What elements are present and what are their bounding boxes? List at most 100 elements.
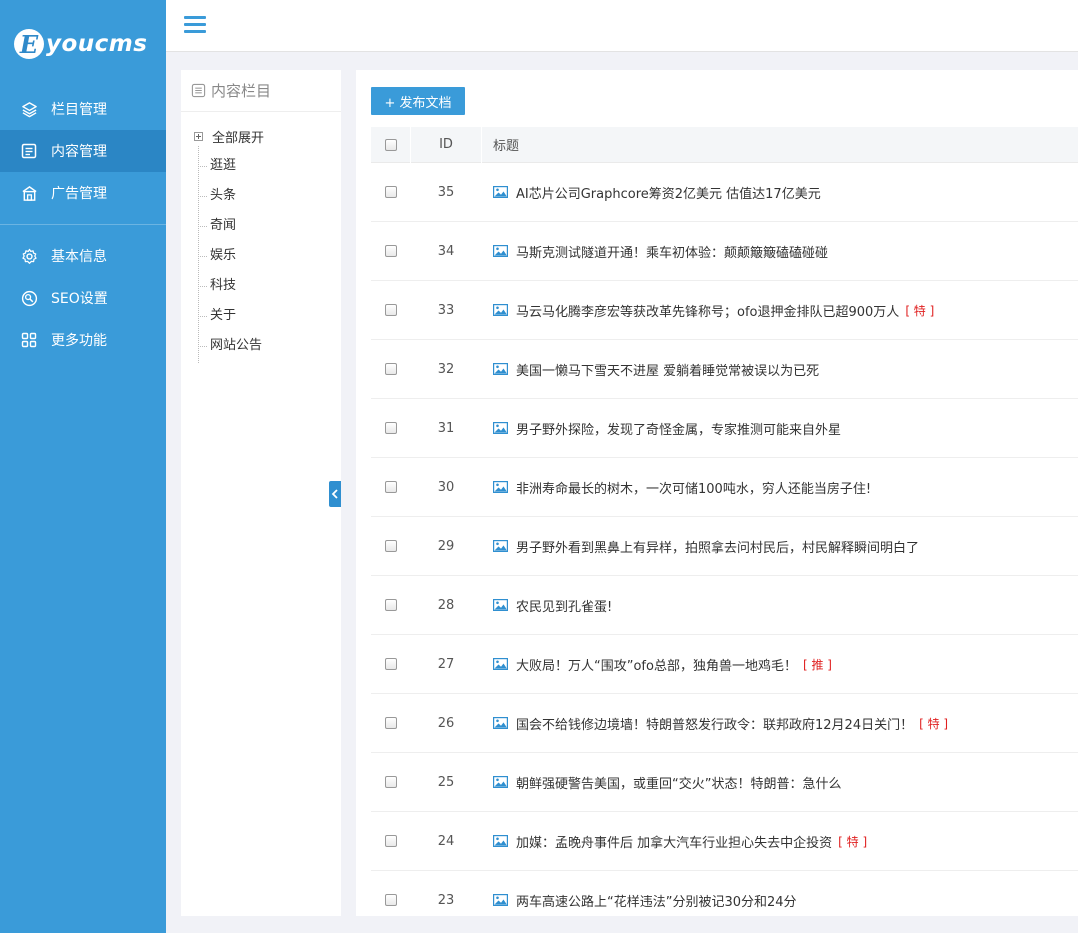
tree-node[interactable]: 关于 <box>198 301 341 331</box>
sidebar-item-label: 广告管理 <box>51 186 107 202</box>
row-check-cell <box>371 245 410 257</box>
row-title-cell: 非洲寿命最长的树木，一次可储100吨水，穷人还能当房子住! <box>482 478 1078 497</box>
row-title-link[interactable]: AI芯片公司Graphcore筹资2亿美元 估值达17亿美元 <box>516 183 821 202</box>
row-check-cell <box>371 894 410 906</box>
select-all-cell <box>371 138 410 151</box>
table-row: 26 国会不给钱修边境墙！特朗普怒发行政令：联邦政府12月24日关门！ [ 特 … <box>371 694 1078 753</box>
row-checkbox[interactable] <box>384 599 397 611</box>
row-title-link[interactable]: 男子野外探险，发现了奇怪金属，专家推测可能来自外星 <box>516 419 841 438</box>
sidebar: E youcms 栏目管理 内容管理 广告管理 基本信息 SEO设置 更多功能 <box>0 0 166 933</box>
sidebar-item-ads[interactable]: 广告管理 <box>0 172 166 214</box>
row-title-link[interactable]: 两车高速公路上“花样违法”分别被记30分和24分 <box>516 891 797 910</box>
table-row: 30 非洲寿命最长的树木，一次可储100吨水，穷人还能当房子住! <box>371 458 1078 517</box>
logo[interactable]: E youcms <box>0 0 166 88</box>
table-row: 28 农民见到孔雀蛋! <box>371 576 1078 635</box>
menu-toggle-icon[interactable] <box>184 16 206 34</box>
row-title-cell: 男子野外探险，发现了奇怪金属，专家推测可能来自外星 <box>482 419 1078 438</box>
row-checkbox[interactable] <box>384 894 397 906</box>
sidebar-item-basic-info[interactable]: 基本信息 <box>0 235 166 277</box>
grid-icon <box>20 331 38 349</box>
row-check-cell <box>371 599 410 611</box>
row-title-link[interactable]: 男子野外看到黑鼻上有异样，拍照拿去问村民后，村民解释瞬间明白了 <box>516 537 919 556</box>
row-title-link[interactable]: 马云马化腾李彦宏等获改革先锋称号；ofo退押金排队已超900万人 <box>516 301 899 320</box>
image-icon <box>493 717 508 729</box>
image-icon <box>493 835 508 847</box>
row-check-cell <box>371 363 410 375</box>
row-checkbox[interactable] <box>384 658 397 670</box>
row-check-cell <box>371 422 410 434</box>
tree-expand-all[interactable]: 全部展开 <box>194 126 341 146</box>
row-check-cell <box>371 540 410 552</box>
content-panel: + 发布文档 ID 标题 35 AI芯片公司Graphcore筹资2亿美元 估值… <box>356 70 1078 916</box>
row-checkbox[interactable] <box>384 245 397 257</box>
row-title-link[interactable]: 非洲寿命最长的树木，一次可储100吨水，穷人还能当房子住! <box>516 478 871 497</box>
image-icon <box>493 422 508 434</box>
row-id: 26 <box>437 715 455 731</box>
row-tag[interactable]: [ 推 ] <box>803 656 832 673</box>
row-checkbox[interactable] <box>384 186 397 198</box>
row-checkbox[interactable] <box>384 835 397 847</box>
row-title-cell: 朝鲜强硬警告美国，或重回“交火”状态！特朗普：急什么 <box>482 773 1078 792</box>
tree-node[interactable]: 网站公告 <box>198 331 341 361</box>
sidebar-item-label: 栏目管理 <box>51 102 107 118</box>
publish-document-button[interactable]: + 发布文档 <box>371 87 465 115</box>
tree-node[interactable]: 娱乐 <box>198 241 341 271</box>
row-id: 24 <box>437 833 455 849</box>
row-check-cell <box>371 776 410 788</box>
tree-node[interactable]: 头条 <box>198 181 341 211</box>
row-title-cell: 马斯克测试隧道开通！乘车初体验：颠颠簸簸磕磕碰碰 <box>482 242 1078 261</box>
row-title-cell: 国会不给钱修边境墙！特朗普怒发行政令：联邦政府12月24日关门！ [ 特 ] <box>482 714 1078 733</box>
row-id: 29 <box>437 538 455 554</box>
row-checkbox[interactable] <box>384 481 397 493</box>
row-title-link[interactable]: 马斯克测试隧道开通！乘车初体验：颠颠簸簸磕磕碰碰 <box>516 242 828 261</box>
row-title-link[interactable]: 国会不给钱修边境墙！特朗普怒发行政令：联邦政府12月24日关门！ <box>516 714 913 733</box>
gear-icon <box>20 247 38 265</box>
select-all-checkbox[interactable] <box>384 138 397 151</box>
table-row: 25 朝鲜强硬警告美国，或重回“交火”状态！特朗普：急什么 <box>371 753 1078 812</box>
column-header-id[interactable]: ID <box>410 126 482 163</box>
row-title-link[interactable]: 美国一懒马下雪天不进屋 爱躺着睡觉常被误以为已死 <box>516 360 819 379</box>
row-title-link[interactable]: 朝鲜强硬警告美国，或重回“交火”状态！特朗普：急什么 <box>516 773 841 792</box>
expand-plus-icon <box>194 131 203 141</box>
row-checkbox[interactable] <box>384 540 397 552</box>
logo-text: youcms <box>46 31 148 57</box>
sidebar-item-label: 基本信息 <box>51 249 107 265</box>
table-row: 31 男子野外探险，发现了奇怪金属，专家推测可能来自外星 <box>371 399 1078 458</box>
row-tag[interactable]: [ 特 ] <box>838 833 867 850</box>
sidebar-item-content[interactable]: 内容管理 <box>0 130 166 172</box>
tree-node-list: 逛逛 头条 奇闻 娱乐 科技 关于 网站公告 <box>198 146 341 363</box>
list-icon <box>191 83 206 98</box>
row-checkbox[interactable] <box>384 776 397 788</box>
category-tree-panel: 内容栏目 全部展开 逛逛 头条 奇闻 娱乐 科技 关于 网站公告 <box>181 70 341 916</box>
row-checkbox[interactable] <box>384 304 397 316</box>
row-title-cell: AI芯片公司Graphcore筹资2亿美元 估值达17亿美元 <box>482 183 1078 202</box>
table-body: 35 AI芯片公司Graphcore筹资2亿美元 估值达17亿美元 34 马斯克… <box>371 163 1078 916</box>
row-check-cell <box>371 717 410 729</box>
tree-title-label: 内容栏目 <box>211 82 272 100</box>
collapse-panel-button[interactable] <box>329 481 341 507</box>
row-checkbox[interactable] <box>384 363 397 375</box>
layers-icon <box>20 100 38 118</box>
row-title-link[interactable]: 农民见到孔雀蛋! <box>516 596 612 615</box>
image-icon <box>493 776 508 788</box>
sidebar-item-seo[interactable]: SEO设置 <box>0 277 166 319</box>
row-title-link[interactable]: 大败局！万人“围攻”ofo总部，独角兽一地鸡毛！ <box>516 655 797 674</box>
row-title-link[interactable]: 加媒：孟晚舟事件后 加拿大汽车行业担心失去中企投资 <box>516 832 832 851</box>
sidebar-item-more[interactable]: 更多功能 <box>0 319 166 361</box>
sidebar-item-label: 内容管理 <box>51 144 107 160</box>
image-icon <box>493 658 508 670</box>
tree-node[interactable]: 奇闻 <box>198 211 341 241</box>
row-id: 27 <box>437 656 455 672</box>
row-tag[interactable]: [ 特 ] <box>919 715 948 732</box>
row-checkbox[interactable] <box>384 717 397 729</box>
row-tag[interactable]: [ 特 ] <box>905 302 934 319</box>
row-title-cell: 加媒：孟晚舟事件后 加拿大汽车行业担心失去中企投资 [ 特 ] <box>482 832 1078 851</box>
tree-node[interactable]: 逛逛 <box>198 151 341 181</box>
tree-node[interactable]: 科技 <box>198 271 341 301</box>
top-header <box>166 0 1078 52</box>
row-id: 28 <box>437 597 455 613</box>
row-checkbox[interactable] <box>384 422 397 434</box>
table-row: 27 大败局！万人“围攻”ofo总部，独角兽一地鸡毛！ [ 推 ] <box>371 635 1078 694</box>
row-id: 30 <box>437 479 455 495</box>
sidebar-item-category[interactable]: 栏目管理 <box>0 88 166 130</box>
